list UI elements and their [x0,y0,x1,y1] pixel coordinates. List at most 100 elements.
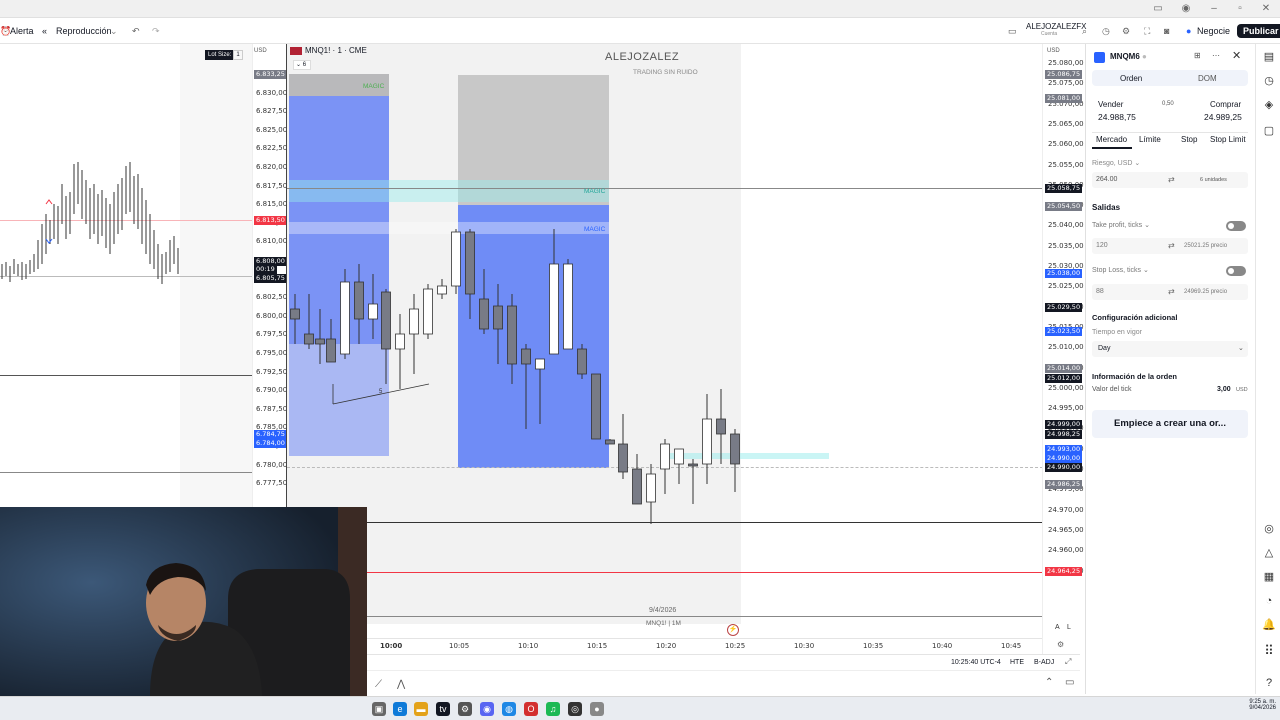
apps-icon[interactable]: ⠿ [1262,644,1276,658]
account-name[interactable]: ALEJOZALEZFX [1026,22,1086,31]
left-chart-pane[interactable]: Lot Size: 1 USD 6.833,256.830,006.827,50… [0,44,287,507]
order-type-limit[interactable]: Límite [1139,135,1161,144]
search-icon[interactable]: ⌕ [1082,24,1087,38]
sell-price[interactable]: 24.988,75 [1098,112,1136,122]
ideas-icon[interactable]: △ [1262,546,1276,560]
badj-label[interactable]: B-ADJ [1034,659,1054,666]
tab-dom[interactable]: DOM [1198,74,1217,83]
taskbar-clock[interactable]: 9:25 a. m. 9/04/2026 [1238,699,1276,711]
redo-icon[interactable]: ↷ [152,24,160,38]
tp-field[interactable]: 120 ⇄ 25021.25 precio [1092,238,1248,254]
opera-icon[interactable]: O [524,702,538,716]
left-price-scale[interactable]: 6.833,25 6.830,00 6.827,50 6.825,00 6.822,50… [252,44,287,507]
chat-icon[interactable]: ▭ [1152,3,1164,14]
swap-icon[interactable]: ⇄ [1168,287,1175,296]
swap-icon[interactable]: ⇄ [1168,175,1175,184]
settings-icon[interactable]: ⚙ [1057,640,1064,649]
chrome-icon[interactable]: ◎ [568,702,582,716]
create-order-button[interactable]: Empiece a crear una or... [1092,410,1248,438]
clock-readout[interactable]: 10:25:40 UTC-4 [951,659,1001,666]
vpn-icon[interactable]: ◍ [502,702,516,716]
gear-icon[interactable]: ⚙ [1122,24,1130,38]
chevron-up-icon[interactable]: ⌃ [1045,677,1053,688]
pattern-icon[interactable]: ⋀ [397,679,405,690]
close-panel-icon[interactable]: ✕ [1232,49,1241,62]
more-icon[interactable]: ⋯ [1212,51,1220,60]
tp-label[interactable]: Take profit, ticks ⌄ [1092,221,1150,229]
undo-icon[interactable]: ↶ [132,24,140,38]
taskview-icon[interactable]: ▣ [372,702,386,716]
time-axis[interactable]: 10:00 10:05 10:10 10:15 10:20 10:25 10:30 10:35… [287,638,1043,654]
target-icon[interactable]: ◎ [1262,522,1276,536]
replay-icon[interactable]: « [42,24,47,38]
calendar-icon[interactable]: ▦ [1262,570,1276,584]
candle-body [304,333,314,345]
log-scale-toggle[interactable]: L [1067,624,1071,631]
maximize-icon[interactable]: ▫ [1234,3,1246,14]
tab-order[interactable]: Orden [1120,74,1142,83]
layout-icon[interactable]: ▭ [1008,24,1017,38]
order-type-stop[interactable]: Stop [1181,135,1197,144]
camera-icon[interactable]: ◉ [1180,3,1192,14]
notifications-icon[interactable]: 🔔 [1262,618,1276,632]
order-type-market[interactable]: Mercado [1096,135,1127,144]
layout-toggle-icon[interactable]: ⊞ [1194,51,1201,60]
main-chart-pane[interactable]: MAGIC MAGIC MAGIC ALEJOZALEZ TRADING SIN… [286,44,1043,654]
info-icon[interactable]: ● [1142,52,1147,61]
sl-label[interactable]: Stop Loss, ticks ⌄ [1092,266,1149,274]
candle-body [674,448,684,465]
sl-field[interactable]: 88 ⇄ 24969.25 precio [1092,284,1248,300]
layers-icon[interactable]: ◈ [1262,98,1276,112]
settings-app-icon[interactable]: ⚙ [458,702,472,716]
risk-label[interactable]: Riesgo, USD ⌄ [1092,159,1140,167]
candle-body [535,358,545,370]
sell-label[interactable]: Vender [1098,100,1123,109]
close-window-icon[interactable]: ✕ [1260,3,1272,14]
publish-button[interactable]: Publicar [1237,24,1280,38]
replay-button[interactable]: Reproducción [56,24,112,38]
fullscreen-icon[interactable]: ⛶ [1144,24,1150,38]
order-type-stoplimit[interactable]: Stop Limit [1210,135,1246,144]
spotify-icon[interactable]: ♫ [546,702,560,716]
minimize-icon[interactable]: – [1208,3,1220,14]
sl-value: 88 [1096,288,1104,295]
auto-scale-toggle[interactable]: A [1055,624,1060,631]
watchlist-icon[interactable]: ▤ [1262,50,1276,64]
lot-size-input[interactable]: 1 [233,50,243,60]
expand-icon[interactable]: ⤢ [1065,657,1071,667]
buy-label[interactable]: Comprar [1210,100,1241,109]
tradingview-icon[interactable]: tv [436,702,450,716]
candle-body [479,298,489,330]
main-price-scale[interactable]: USD A L ⚙ 25.080,00 25.075,00 25.070,00 25.… [1042,44,1084,654]
file-explorer-icon[interactable]: ▬ [414,702,428,716]
units-value[interactable]: 6 unidades [1200,177,1227,183]
order-symbol[interactable]: MNQM6 [1110,52,1140,61]
chat-icon[interactable]: ▢ [1262,124,1276,138]
stream-icon[interactable]: ◔ [1262,594,1276,608]
trade-icon[interactable]: ● [1186,24,1191,38]
main-price-tick: 24.965,00 [1048,525,1084,534]
candle-body [354,281,364,320]
swap-icon[interactable]: ⇄ [1168,241,1175,250]
discord-icon[interactable]: ◉ [480,702,494,716]
sl-toggle[interactable] [1226,266,1246,276]
lightning-icon[interactable]: ⚡ [727,624,739,636]
ruler-icon[interactable]: ⟋ [375,679,382,690]
tif-select[interactable]: Day ⌄ [1092,341,1248,357]
hte-label[interactable]: HTE [1010,659,1024,666]
chevron-down-icon[interactable]: ⌄ [110,24,118,38]
buy-price[interactable]: 24.989,25 [1204,112,1242,122]
edge-icon[interactable]: e [393,702,407,716]
alert-button[interactable]: Alerta [10,24,34,38]
alerts-icon[interactable]: ◷ [1262,74,1276,88]
maximize-panel-icon[interactable]: ▭ [1065,677,1074,688]
main-price-badge: 25.029,50 [1045,303,1083,312]
timer-icon[interactable]: ◷ [1102,24,1110,38]
obs-icon[interactable]: ● [590,702,604,716]
candle-body [577,348,587,375]
trade-button[interactable]: Negocie [1197,24,1230,38]
help-icon[interactable]: ? [1262,676,1276,690]
risk-field[interactable]: 264.00 ⇄ 6 unidades [1092,172,1248,188]
tp-toggle[interactable] [1226,221,1246,231]
snapshot-icon[interactable]: ◙ [1164,24,1169,38]
